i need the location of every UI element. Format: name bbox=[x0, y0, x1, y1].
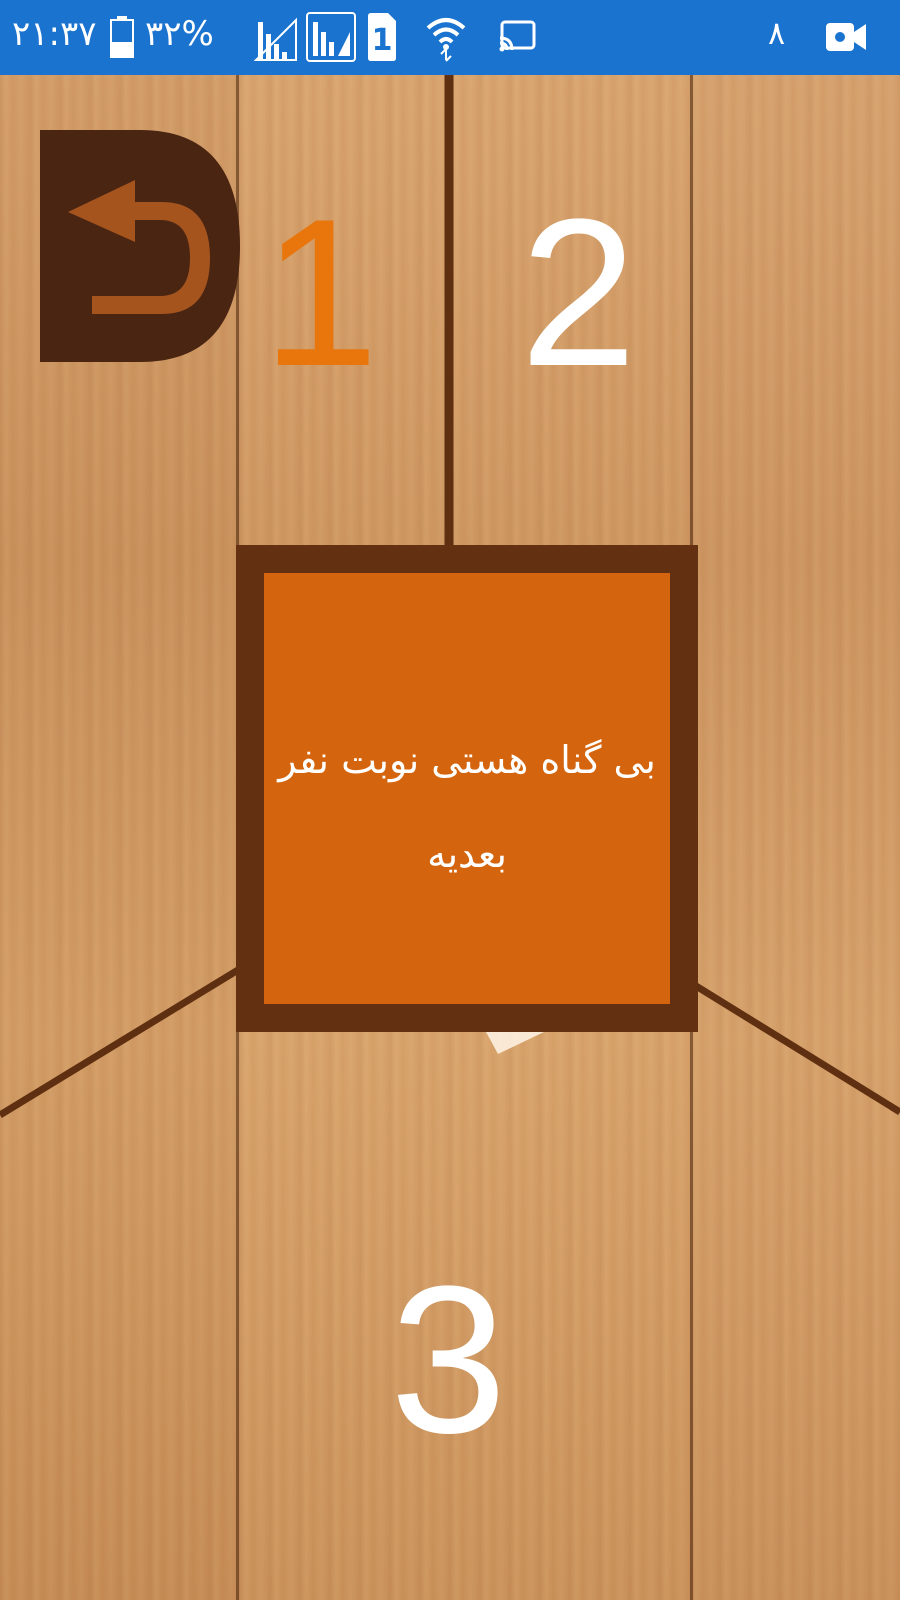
battery-icon bbox=[110, 16, 134, 58]
card-shadow-glint bbox=[486, 1032, 544, 1054]
player-1-number[interactable]: 1 bbox=[262, 188, 379, 398]
message-card[interactable]: بی گناه هستی نوبت نفر بعدیه bbox=[236, 545, 698, 1032]
signal-icon bbox=[254, 17, 297, 61]
status-time: ۲۱:۳۷ bbox=[12, 14, 97, 54]
status-battery-percent: ۳۲% bbox=[145, 14, 214, 54]
wifi-icon bbox=[426, 18, 466, 62]
back-button[interactable] bbox=[40, 130, 240, 362]
status-bar: ۲۱:۳۷ ۳۲% 1 ۸ bbox=[0, 0, 900, 75]
wood-plank bbox=[694, 75, 900, 1600]
message-text: بی گناه هستی نوبت نفر بعدیه bbox=[278, 738, 656, 876]
sim-1-icon: 1 bbox=[368, 13, 396, 61]
video-camera-icon bbox=[826, 23, 866, 51]
status-notification-count: ۸ bbox=[768, 14, 786, 52]
player-2-number[interactable]: 2 bbox=[520, 188, 637, 398]
cast-icon bbox=[499, 20, 536, 52]
svg-text:1: 1 bbox=[372, 23, 393, 58]
signal-sim-icon bbox=[306, 12, 356, 62]
game-screen: ۲۱:۳۷ ۳۲% 1 ۸ 1 2 3 بی گناه هستی نوبت نف… bbox=[0, 0, 900, 1600]
player-3-number[interactable]: 3 bbox=[390, 1255, 507, 1465]
back-arrow-icon bbox=[40, 130, 240, 362]
